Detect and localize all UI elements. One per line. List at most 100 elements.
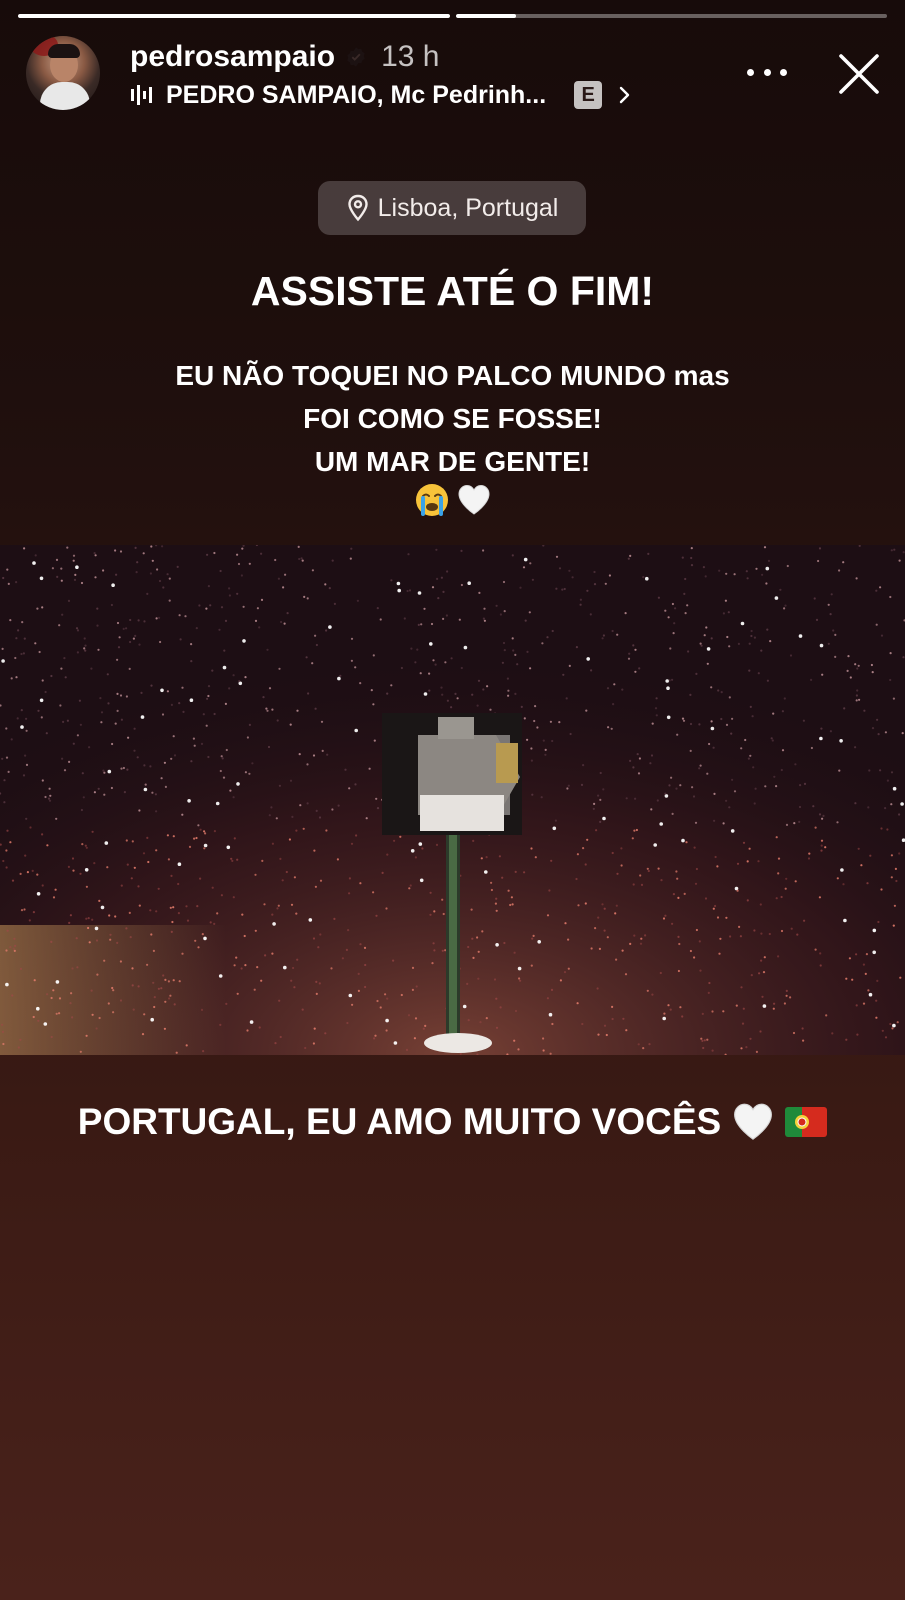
crowd-light: [408, 887, 411, 890]
crowd-light: [700, 644, 703, 647]
crowd-light: [295, 912, 298, 915]
crowd-light: [746, 577, 749, 580]
crowd-light: [225, 1002, 228, 1005]
username[interactable]: pedrosampaio: [130, 40, 335, 74]
crowd-light: [248, 723, 251, 726]
crowd-light: [56, 575, 59, 578]
crowd-light: [513, 1039, 516, 1042]
crowd-light: [109, 938, 112, 941]
crowd-light: [748, 669, 751, 672]
crowd-light: [199, 877, 202, 880]
crowd-light: [221, 757, 224, 760]
crowd-light: [365, 817, 368, 820]
crowd-light: [495, 1026, 499, 1029]
crowd-light: [130, 877, 133, 880]
crowd-light: [717, 689, 720, 692]
crowd-light: [45, 732, 48, 735]
crowd-light: [209, 604, 212, 607]
crowd-light: [875, 1016, 878, 1019]
crowd-light: [793, 822, 796, 825]
crowd-light: [872, 928, 877, 933]
music-attribution[interactable]: PEDRO SAMPAIO, Mc Pedrinh... E: [130, 78, 632, 112]
crowd-light: [666, 686, 670, 690]
crowd-light: [757, 672, 760, 675]
crowd-light: [274, 1042, 277, 1045]
crowd-light: [9, 946, 12, 949]
crowd-light: [632, 883, 635, 886]
crowd-light: [19, 872, 22, 875]
crowd-light: [728, 696, 731, 699]
crowd-light: [858, 698, 861, 701]
crowd-light: [41, 833, 44, 836]
crowd-light: [39, 576, 44, 581]
crowd-light: [571, 576, 574, 579]
subtext-line-3: UM MAR DE GENTE!: [314, 446, 591, 477]
crowd-light: [176, 565, 179, 568]
crowd-light: [781, 710, 785, 713]
crowd-light: [41, 779, 44, 782]
crowd-light: [724, 599, 728, 602]
crowd-light: [644, 934, 647, 937]
crowd-light: [584, 863, 587, 866]
crowd-light: [871, 727, 875, 730]
crowd-light: [116, 658, 119, 661]
crowd-light: [458, 618, 461, 621]
crowd-light: [136, 756, 139, 759]
crowd-light: [442, 912, 445, 916]
crowd-light: [754, 787, 757, 790]
crowd-light: [25, 817, 28, 820]
crowd-light: [75, 565, 79, 569]
crowd-light: [299, 804, 302, 807]
crowd-light: [779, 588, 782, 591]
concert-crowd-photo: [0, 545, 905, 1055]
crowd-light: [428, 672, 431, 675]
crowd-light: [645, 576, 649, 581]
crowd-light: [546, 997, 550, 1000]
crowd-light: [312, 937, 316, 940]
crowd-light: [314, 634, 317, 637]
crowd-light: [595, 829, 598, 832]
crowd-light: [701, 1012, 704, 1015]
crowd-light: [129, 640, 132, 644]
crowd-light: [232, 896, 235, 899]
crowd-light: [311, 662, 314, 665]
crowd-light: [422, 1027, 425, 1030]
close-icon[interactable]: [835, 50, 883, 98]
crowd-light: [15, 676, 18, 679]
crowd-light: [69, 1002, 72, 1005]
crowd-light: [172, 979, 175, 982]
crowd-light: [890, 771, 894, 774]
crowd-light: [173, 754, 177, 757]
more-options-icon[interactable]: [747, 60, 787, 84]
crowd-light: [894, 867, 898, 870]
crowd-light: [156, 568, 159, 571]
crowd-light: [820, 839, 824, 842]
crowd-light: [845, 977, 848, 980]
crowd-light: [321, 749, 324, 752]
crowd-light: [665, 679, 669, 683]
location-sticker[interactable]: Lisboa, Portugal: [318, 181, 586, 235]
crowd-light: [627, 557, 630, 560]
crowd-light: [450, 657, 453, 660]
crowd-light: [537, 940, 541, 944]
crowd-light: [9, 619, 12, 622]
crowd-light: [85, 846, 88, 849]
crowd-light: [854, 663, 857, 666]
crowd-light: [417, 591, 422, 595]
crowd-light: [246, 1029, 249, 1032]
crowd-light: [1, 757, 4, 760]
crowd-light: [836, 877, 839, 880]
crowd-light: [755, 567, 758, 570]
crowd-light: [592, 807, 595, 810]
crowd-light: [531, 937, 534, 940]
crowd-light: [202, 1050, 205, 1053]
crowd-light: [172, 906, 175, 909]
crowd-light: [541, 642, 544, 645]
crowd-light: [590, 947, 593, 950]
crowd-light: [28, 919, 31, 922]
crowd-light: [889, 652, 892, 655]
crowd-light: [109, 933, 112, 936]
crowd-light: [431, 962, 434, 965]
crowd-light: [157, 887, 160, 890]
avatar[interactable]: [26, 36, 100, 110]
